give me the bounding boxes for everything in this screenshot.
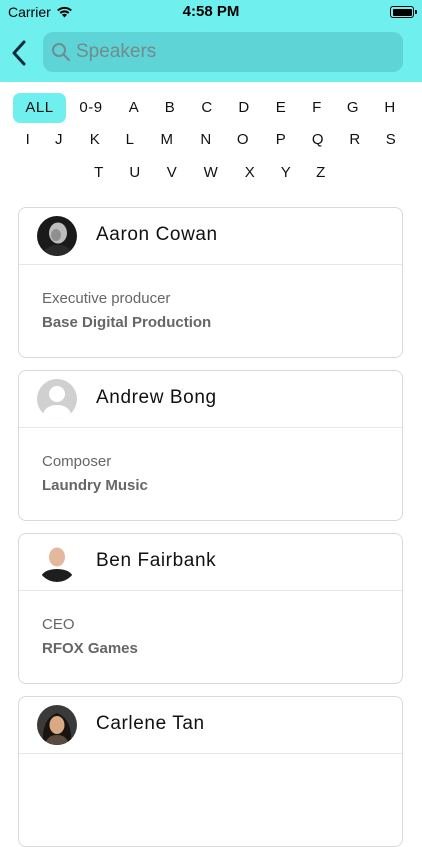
speaker-card[interactable]: Carlene Tan	[18, 696, 403, 847]
alpha-filter-r[interactable]: R	[341, 125, 369, 155]
search-input[interactable]	[76, 32, 396, 72]
speaker-role: Executive producer	[42, 290, 171, 307]
search-icon	[52, 43, 70, 61]
header-bar: Carrier 4:58 PM	[0, 0, 422, 82]
alpha-filter-i[interactable]: I	[14, 125, 42, 155]
speaker-company: Base Digital Production	[42, 314, 212, 331]
alpha-filter-c[interactable]: C	[193, 93, 221, 123]
alpha-filter-0-9[interactable]: 0-9	[74, 93, 108, 123]
alpha-filter-d[interactable]: D	[230, 93, 258, 123]
alpha-filter-n[interactable]: N	[192, 125, 220, 155]
alpha-filter-e[interactable]: E	[267, 93, 295, 123]
speaker-card[interactable]: Ben Fairbank CEO RFOX Games	[18, 533, 403, 684]
avatar	[37, 542, 77, 582]
user-placeholder-icon	[37, 379, 77, 419]
alpha-filter-s[interactable]: S	[377, 125, 405, 155]
speaker-company: Laundry Music	[42, 477, 148, 494]
avatar	[37, 379, 77, 419]
battery-icon	[390, 6, 417, 18]
alphabet-row: ALL 0-9 A B C D E F G H	[0, 93, 422, 123]
speaker-card-header: Ben Fairbank	[19, 534, 402, 591]
alpha-filter-all[interactable]: ALL	[13, 93, 66, 123]
alpha-filter-h[interactable]: H	[376, 93, 404, 123]
speaker-name: Aaron Cowan	[96, 224, 218, 245]
alpha-filter-b[interactable]: B	[156, 93, 184, 123]
person-photo-icon	[37, 705, 77, 745]
alpha-filter-y[interactable]: Y	[272, 158, 300, 188]
back-button[interactable]	[6, 38, 32, 68]
speaker-company: RFOX Games	[42, 640, 138, 657]
status-bar: Carrier 4:58 PM	[0, 0, 422, 24]
alpha-filter-k[interactable]: K	[81, 125, 109, 155]
alpha-filter-g[interactable]: G	[339, 93, 367, 123]
alpha-filter-m[interactable]: M	[153, 125, 181, 155]
alpha-filter-w[interactable]: W	[197, 158, 225, 188]
speaker-card[interactable]: Aaron Cowan Executive producer Base Digi…	[18, 207, 403, 358]
avatar	[37, 705, 77, 745]
speaker-role: Composer	[42, 453, 112, 470]
alpha-filter-q[interactable]: Q	[304, 125, 332, 155]
speaker-card-header: Carlene Tan	[19, 697, 402, 754]
alpha-filter-p[interactable]: P	[267, 125, 295, 155]
alpha-filter-u[interactable]: U	[121, 158, 149, 188]
alphabet-row: I J K L M N O P Q R S	[0, 125, 422, 155]
alpha-filter-a[interactable]: A	[120, 93, 148, 123]
chevron-left-icon	[12, 40, 26, 66]
alphabet-row: T U V W X Y Z	[0, 158, 422, 188]
alpha-filter-j[interactable]: J	[45, 125, 73, 155]
speaker-name: Andrew Bong	[96, 387, 217, 408]
person-photo-icon	[37, 542, 77, 582]
alpha-filter-l[interactable]: L	[116, 125, 144, 155]
alpha-filter-v[interactable]: V	[158, 158, 186, 188]
alpha-filter-z[interactable]: Z	[307, 158, 335, 188]
speaker-name: Ben Fairbank	[96, 550, 217, 571]
alpha-filter-o[interactable]: O	[229, 125, 257, 155]
speaker-card-header: Aaron Cowan	[19, 208, 402, 265]
speaker-card[interactable]: Andrew Bong Composer Laundry Music	[18, 370, 403, 521]
speaker-role: CEO	[42, 616, 75, 633]
alpha-filter-t[interactable]: T	[85, 158, 113, 188]
speaker-name: Carlene Tan	[96, 713, 205, 734]
search-field[interactable]	[43, 32, 403, 72]
speaker-card-header: Andrew Bong	[19, 371, 402, 428]
alpha-filter-f[interactable]: F	[303, 93, 331, 123]
avatar	[37, 216, 77, 256]
alpha-filter-x[interactable]: X	[236, 158, 264, 188]
status-time: 4:58 PM	[182, 3, 240, 20]
person-photo-icon	[37, 216, 77, 256]
